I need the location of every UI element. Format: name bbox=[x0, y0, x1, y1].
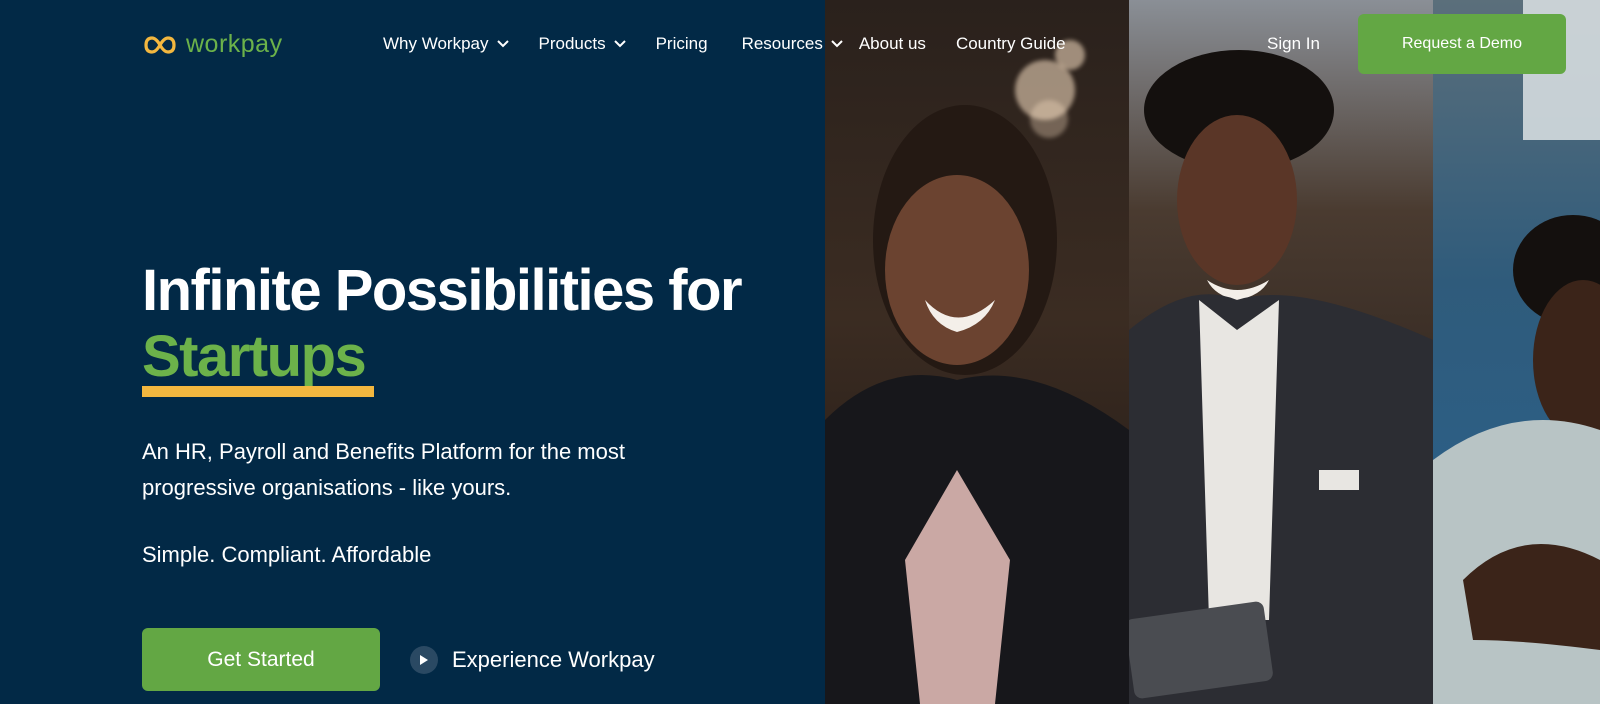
nav-item-label: Country Guide bbox=[955, 34, 1066, 53]
nav-item-resources[interactable]: Resources bbox=[742, 34, 843, 54]
photo-man-with-tablet bbox=[1129, 0, 1433, 704]
nav-item-label: Pricing bbox=[655, 34, 708, 53]
nav-item-products[interactable]: Products bbox=[539, 34, 626, 54]
play-icon bbox=[410, 646, 438, 674]
hero-tagline: Simple. Compliant. Affordable bbox=[142, 542, 432, 567]
nav-item-label: About us bbox=[858, 34, 926, 53]
hero-subtitle: An HR, Payroll and Benefits Platform for… bbox=[142, 439, 625, 500]
hero-headline: Infinite Possibilities for Startups bbox=[142, 258, 802, 390]
nav-item-country-guide[interactable]: Country Guide bbox=[956, 34, 1066, 54]
chevron-down-icon bbox=[496, 40, 509, 48]
nav-item-label: Resources bbox=[741, 34, 823, 53]
highlight-underline bbox=[142, 386, 374, 397]
get-started-button[interactable]: Get Started bbox=[142, 628, 380, 691]
logo-wordmark: workpay bbox=[186, 30, 283, 58]
chevron-down-icon bbox=[831, 40, 843, 48]
nav-menu: Why Workpay Products Pricing Resources A… bbox=[383, 34, 1096, 54]
workpay-logo-icon bbox=[144, 35, 176, 54]
hero-photo-collage bbox=[825, 0, 1600, 704]
experience-workpay-label: Experience Workpay bbox=[452, 647, 655, 672]
nav-item-label: Why Workpay bbox=[383, 34, 489, 53]
nav-item-label: Products bbox=[538, 34, 606, 53]
request-demo-button[interactable]: Request a Demo bbox=[1358, 14, 1566, 74]
experience-workpay-link[interactable]: Experience Workpay bbox=[410, 646, 655, 674]
workpay-logo[interactable]: workpay bbox=[142, 30, 283, 59]
nav-item-pricing[interactable]: Pricing bbox=[656, 34, 708, 54]
photo-man-seated bbox=[1433, 0, 1600, 704]
chevron-down-icon bbox=[613, 40, 626, 48]
top-navigation: workpay Why Workpay Products Pricing Res… bbox=[0, 0, 1600, 90]
nav-item-about-us[interactable]: About us bbox=[859, 34, 926, 54]
nav-item-why-workpay[interactable]: Why Workpay bbox=[383, 34, 509, 54]
hero-headline-highlight: Startups bbox=[142, 324, 367, 389]
sign-in-link[interactable]: Sign In bbox=[1267, 34, 1320, 54]
photo-woman-smiling bbox=[825, 0, 1129, 704]
hero-headline-line1: Infinite Possibilities for bbox=[142, 258, 743, 323]
